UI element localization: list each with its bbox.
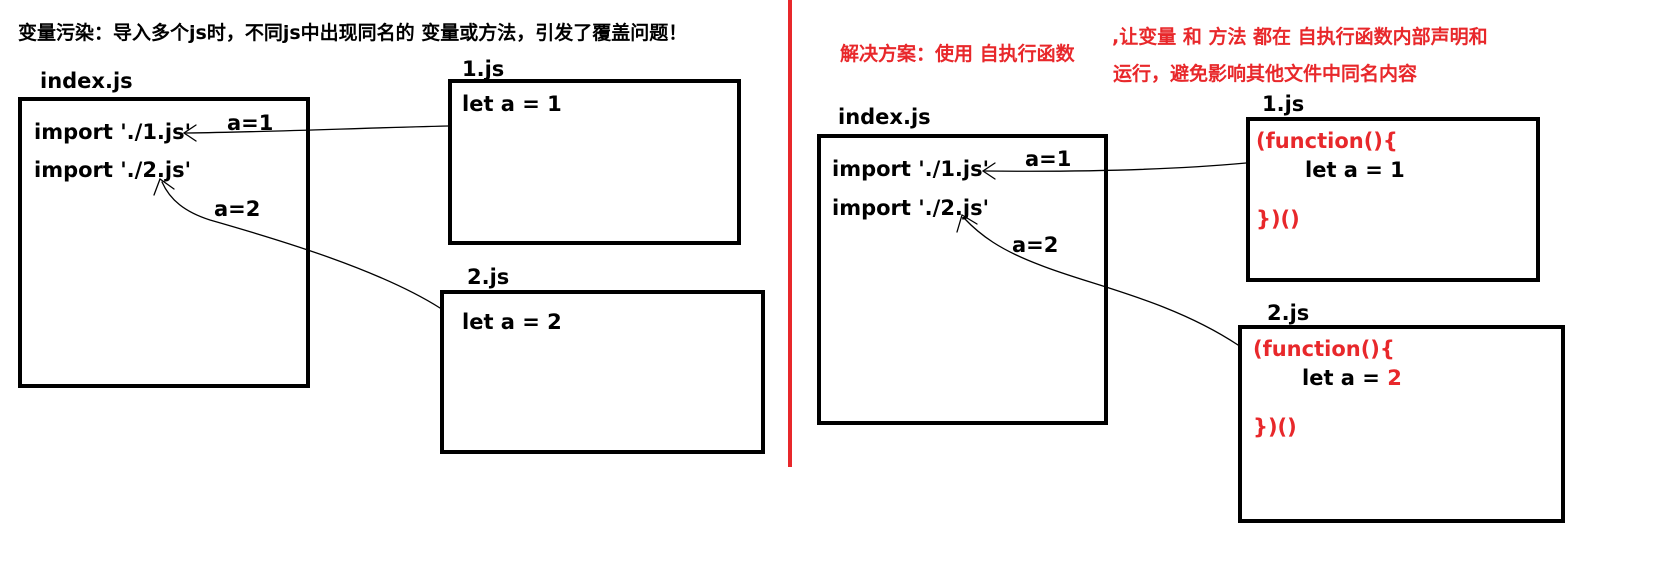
solution-arrow-file2-to-import2 (963, 217, 1239, 346)
arrow-file1-to-import1 (185, 125, 449, 134)
solution-arrowhead-2 (956, 214, 978, 233)
connector-arrows (153, 124, 1247, 346)
solution-arrow-file1-to-import1 (984, 162, 1247, 172)
arrow-file2-to-import2 (161, 181, 441, 309)
